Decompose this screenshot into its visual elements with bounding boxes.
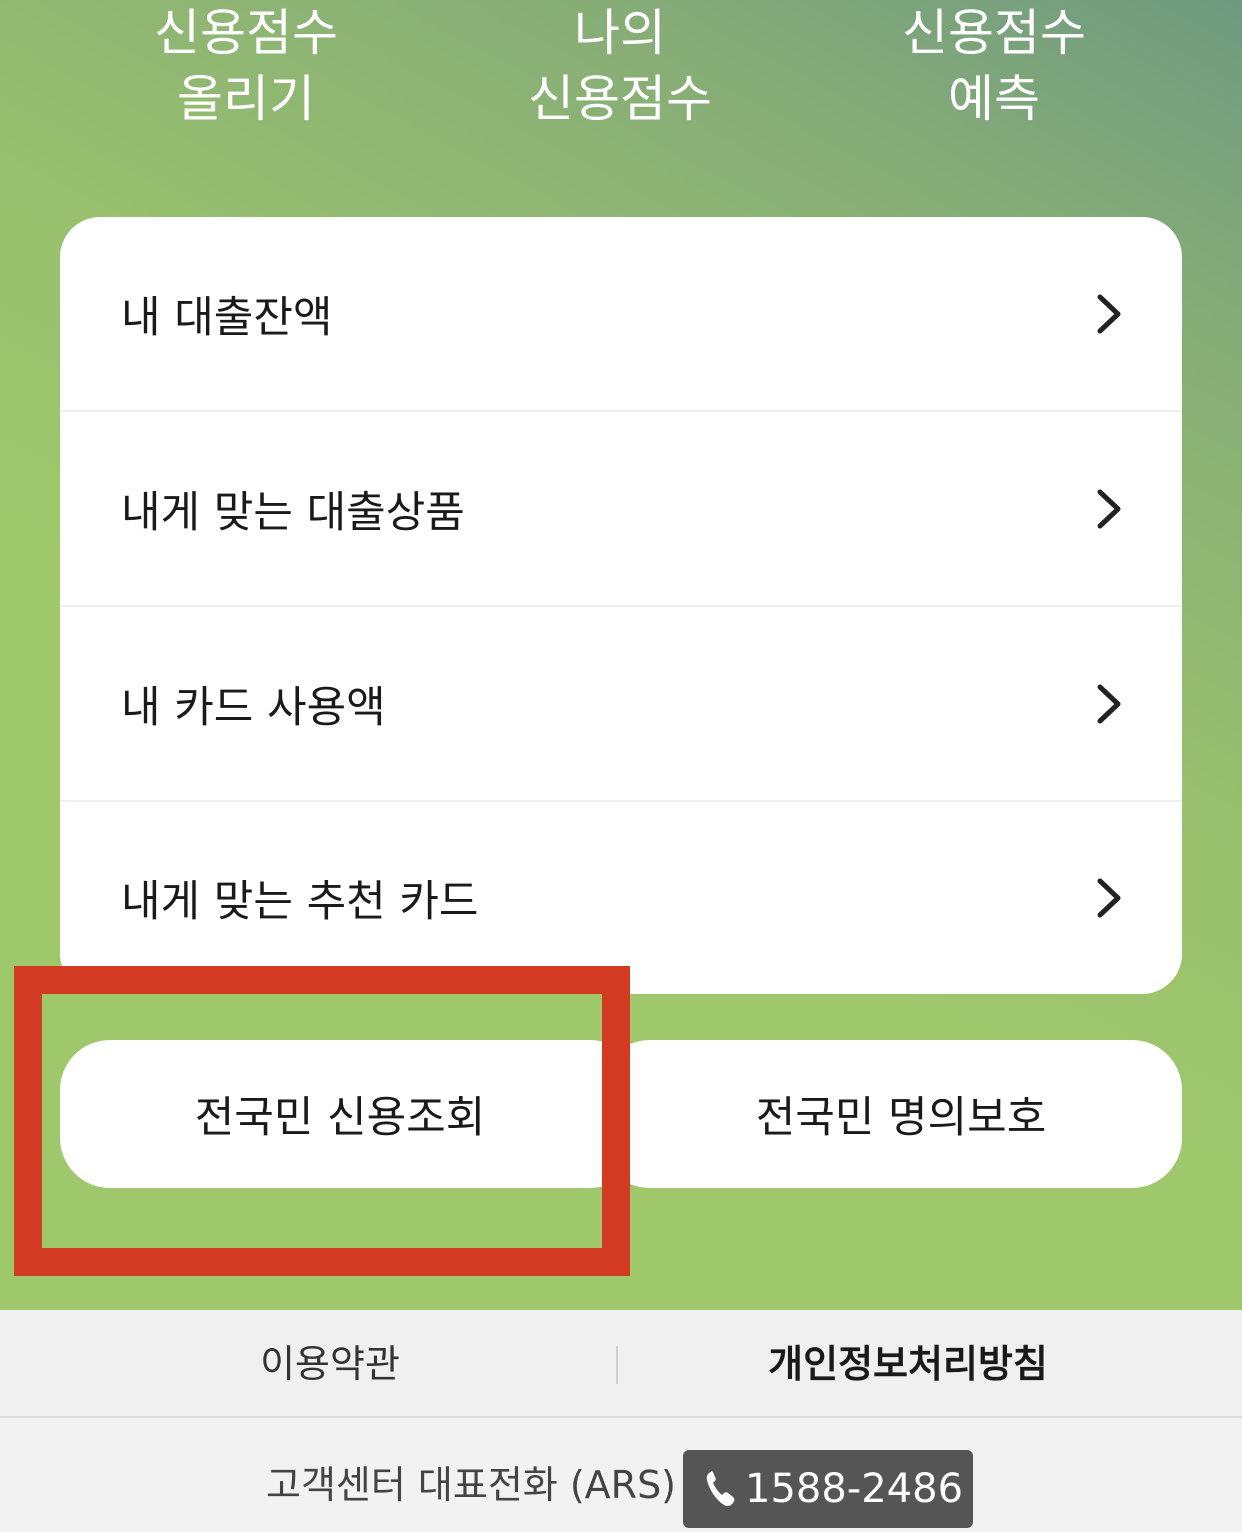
call-button[interactable]: 1588-2486 xyxy=(683,1450,973,1528)
tab-credit-score-prediction[interactable]: 신용점수 예측 xyxy=(844,0,1144,132)
menu-item-label: 내게 맞는 추천 카드 xyxy=(121,877,479,927)
top-tabs: 신용점수 올리기 나의 신용점수 신용점수 예측 xyxy=(0,0,1242,150)
terms-link[interactable]: 이용약관 xyxy=(130,1310,530,1418)
button-label: 전국민 신용조회 xyxy=(194,1093,486,1143)
customer-center: 고객센터 대표전화 (ARS) 1588-2486 xyxy=(0,1420,1242,1532)
chevron-right-icon xyxy=(1097,489,1121,528)
tab-label-line2: 예측 xyxy=(948,70,1040,128)
chevron-right-icon xyxy=(1097,684,1121,723)
identity-protection-button[interactable]: 전국민 명의보호 xyxy=(600,1040,1182,1188)
menu-item-recommended-card[interactable]: 내게 맞는 추천 카드 xyxy=(60,802,1182,994)
menu-item-card-usage[interactable]: 내 카드 사용액 xyxy=(60,607,1182,802)
tab-label-line1: 신용점수 xyxy=(902,4,1086,62)
menu-card: 내 대출잔액 내게 맞는 대출상품 내 카드 사용액 내게 맞는 추천 카드 xyxy=(60,217,1182,994)
tab-label-line1: 나의 xyxy=(574,4,666,62)
privacy-policy-link[interactable]: 개인정보처리방침 xyxy=(708,1310,1108,1418)
hero-section: 신용점수 올리기 나의 신용점수 신용점수 예측 내 대출잔액 내게 맞는 대출… xyxy=(0,0,1242,1310)
tab-label-line2: 신용점수 xyxy=(528,70,712,128)
menu-item-label: 내 대출잔액 xyxy=(121,292,333,343)
menu-item-label: 내 카드 사용액 xyxy=(121,682,386,733)
button-label: 전국민 명의보호 xyxy=(755,1093,1047,1143)
footer-links: 이용약관 개인정보처리방침 xyxy=(0,1310,1242,1418)
chevron-right-icon xyxy=(1097,878,1121,918)
menu-item-loan-balance[interactable]: 내 대출잔액 xyxy=(60,217,1182,412)
chevron-right-icon xyxy=(1097,294,1121,333)
phone-icon xyxy=(706,1471,735,1507)
tab-raise-credit-score[interactable]: 신용점수 올리기 xyxy=(96,0,396,132)
customer-center-label: 고객센터 대표전화 (ARS) xyxy=(266,1463,677,1507)
credit-check-button[interactable]: 전국민 신용조회 xyxy=(60,1040,640,1188)
divider xyxy=(616,1346,618,1384)
menu-item-label: 내게 맞는 대출상품 xyxy=(121,487,465,538)
call-number: 1588-2486 xyxy=(745,1466,964,1512)
tab-label-line2: 올리기 xyxy=(177,70,315,128)
menu-item-loan-products[interactable]: 내게 맞는 대출상품 xyxy=(60,412,1182,607)
tab-my-credit-score[interactable]: 나의 신용점수 xyxy=(470,0,770,132)
tab-label-line1: 신용점수 xyxy=(154,4,338,62)
